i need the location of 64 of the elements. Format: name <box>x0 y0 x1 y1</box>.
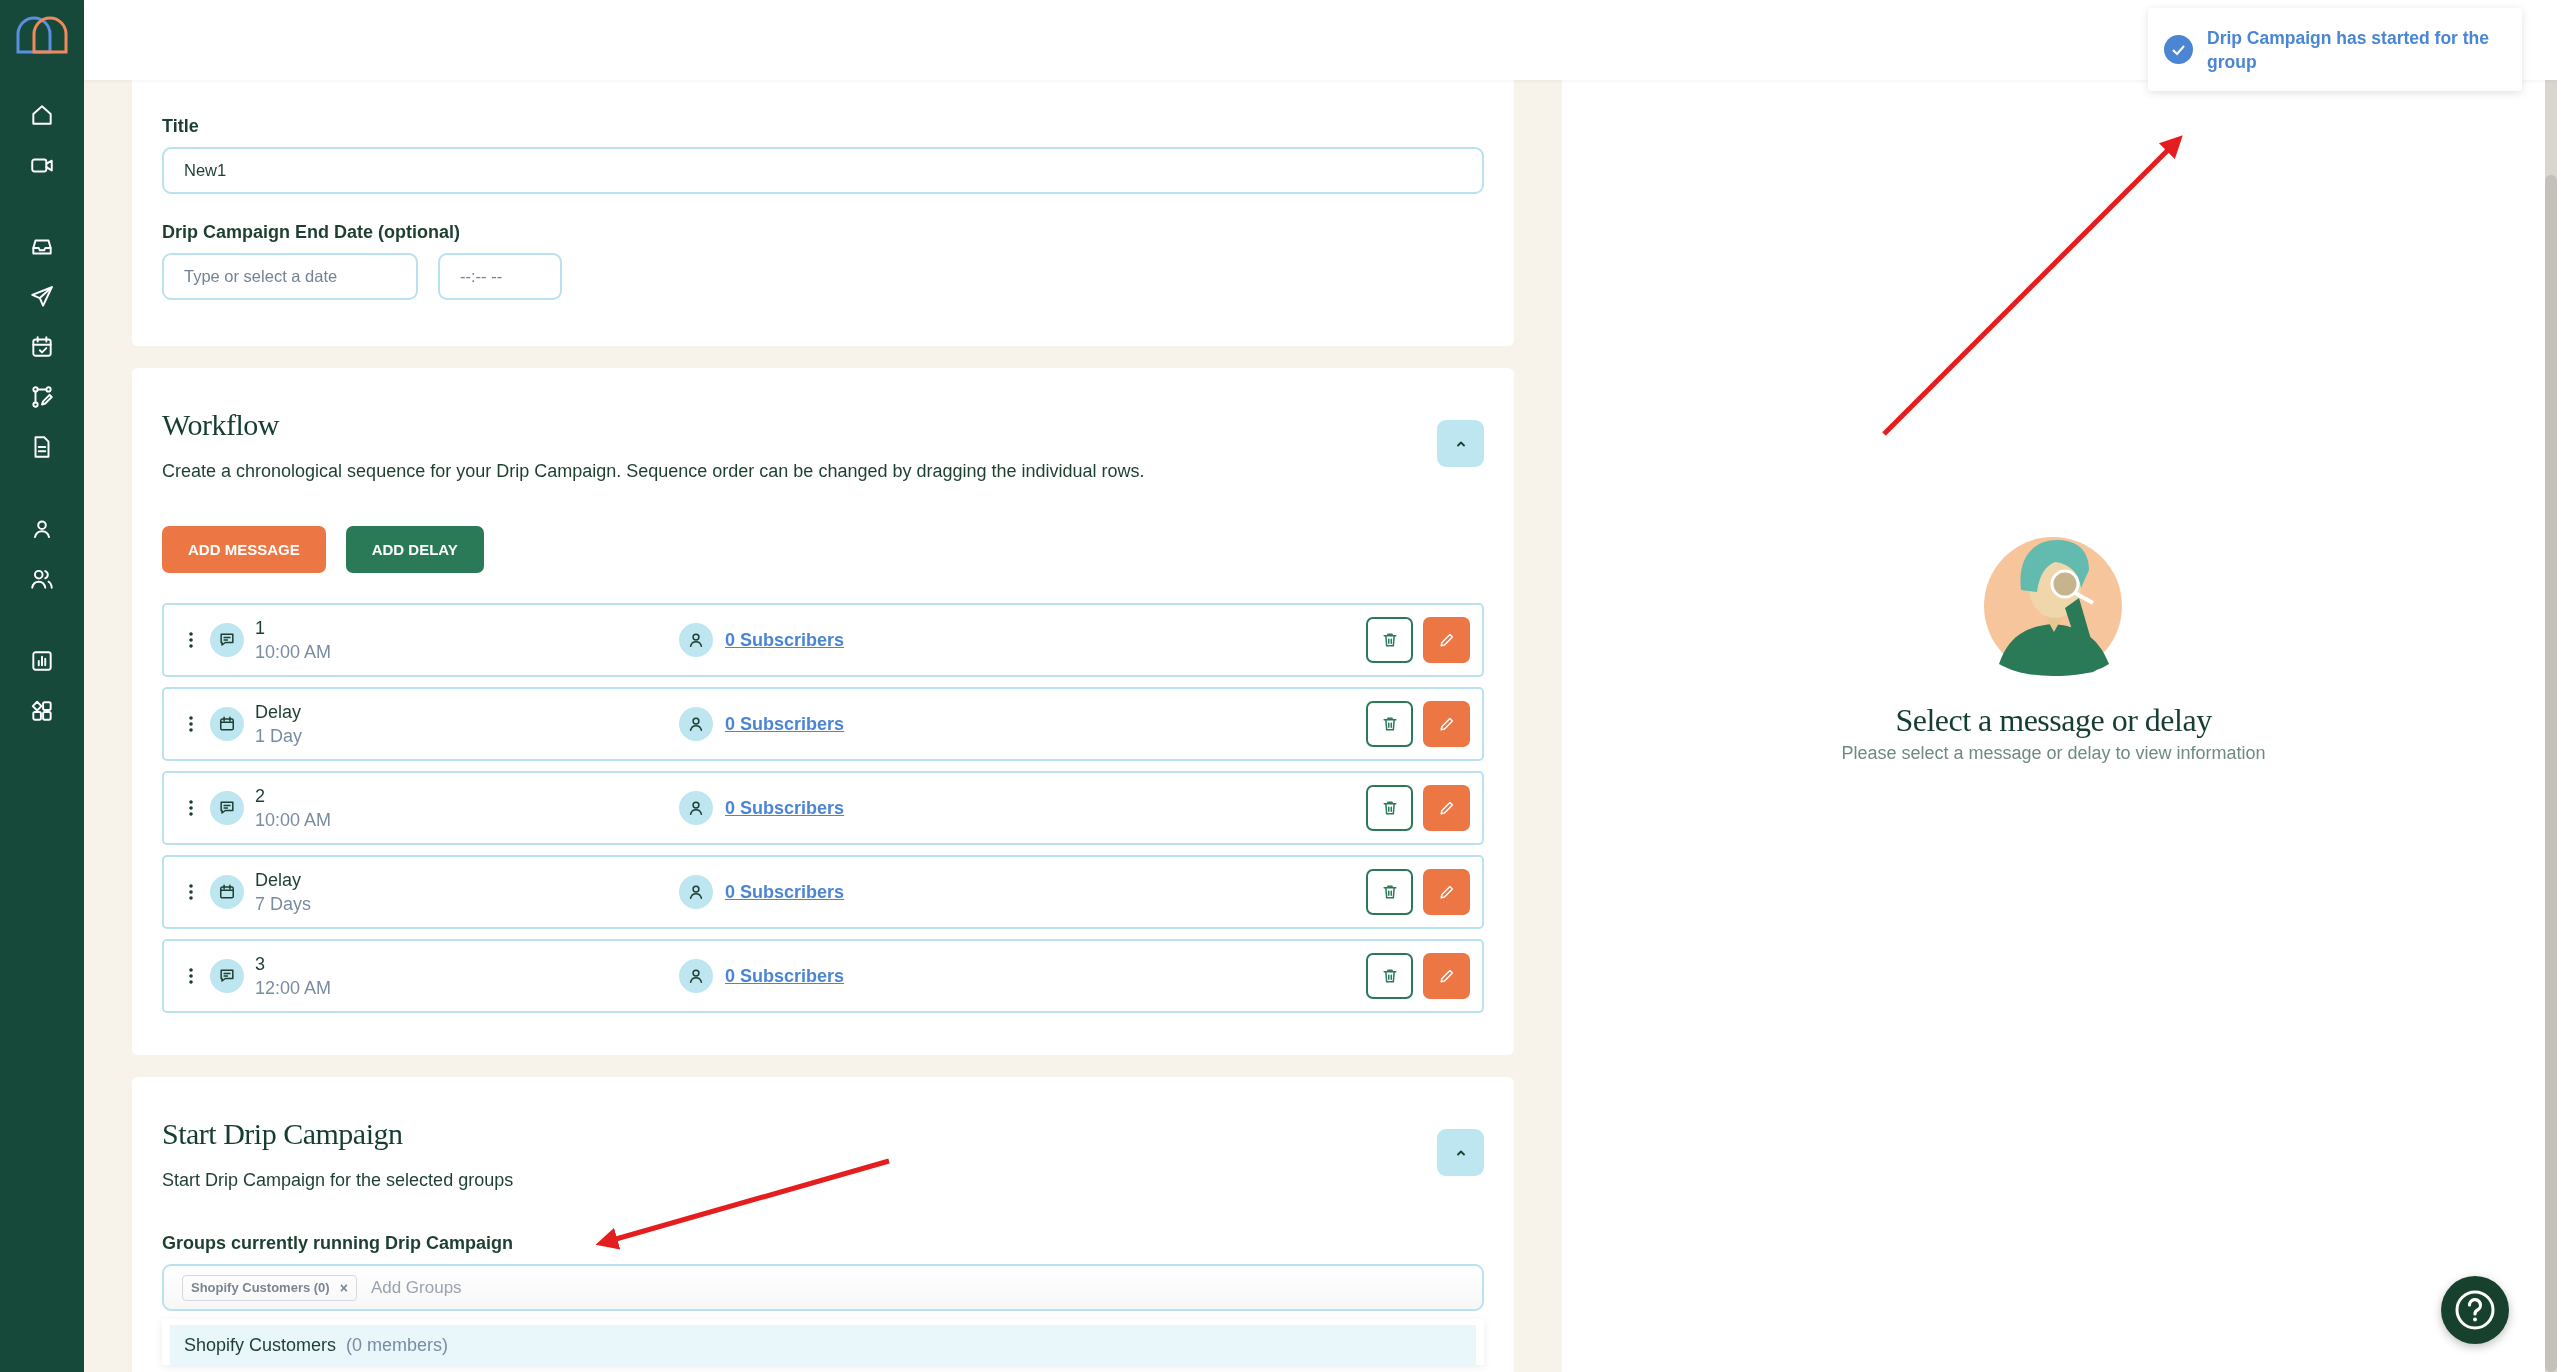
step-time: 1 Day <box>255 725 304 747</box>
step-time: 10:00 AM <box>255 809 333 831</box>
step-time: 12:00 AM <box>255 977 333 999</box>
section-description: Create a chronological sequence for your Drip Campaign. Sequence order can be changed by dragging the individual rows. <box>162 461 1146 482</box>
toast-message: Drip Campaign has started for the group <box>2207 26 2490 74</box>
drag-handle-icon[interactable] <box>188 967 194 985</box>
dropdown-option[interactable]: Shopify Customers (0 members) <box>170 1325 1476 1365</box>
field-label: Title <box>162 116 200 137</box>
drag-handle-icon[interactable] <box>188 883 194 901</box>
option-count: (0 members) <box>346 1334 449 1356</box>
add-delay-button[interactable]: ADD DELAY <box>345 526 484 573</box>
edit-button[interactable] <box>1423 869 1470 915</box>
drag-handle-icon[interactable] <box>188 715 194 733</box>
option-name: Shopify Customers <box>184 1334 337 1356</box>
empty-state-title: Select a message or delay <box>1895 702 2212 739</box>
field-label: Drip Campaign End Date (optional) <box>162 222 461 243</box>
calendar-icon <box>217 714 237 734</box>
edit-button[interactable] <box>1423 785 1470 831</box>
workflow-step-row[interactable]: 3 12:00 AM 0 Subscribers <box>162 939 1484 1013</box>
step-title: 3 <box>255 953 266 975</box>
section-heading: Start Drip Campaign <box>162 1117 403 1151</box>
edit-button[interactable] <box>1423 701 1470 747</box>
edit-button[interactable] <box>1423 953 1470 999</box>
step-title: Delay <box>255 869 303 891</box>
delete-button[interactable] <box>1366 785 1413 831</box>
section-description: Start Drip Campaign for the selected groups <box>162 1170 515 1191</box>
workflow-step-row[interactable]: Delay 1 Day 0 Subscribers <box>162 687 1484 761</box>
subscribers-link[interactable]: 0 Subscribers <box>725 629 845 651</box>
edit-button[interactable] <box>1423 617 1470 663</box>
step-title: 2 <box>255 785 266 807</box>
subscribers-link[interactable]: 0 Subscribers <box>725 713 845 735</box>
chevron-icon <box>1456 439 1465 448</box>
delete-button[interactable] <box>1366 953 1413 999</box>
step-time: 7 Days <box>255 893 313 915</box>
calendar-icon <box>217 882 237 902</box>
tag-label: Shopify Customers (0) <box>191 1280 330 1295</box>
remove-tag-button[interactable]: × <box>339 1279 348 1296</box>
groups-placeholder: Add Groups <box>370 1277 462 1298</box>
subscribers-link[interactable]: 0 Subscribers <box>725 881 845 903</box>
time-input[interactable]: --:-- -- <box>438 253 562 300</box>
title-input[interactable]: New1 <box>162 147 1484 194</box>
subscribers-link[interactable]: 0 Subscribers <box>725 797 845 819</box>
delete-button[interactable] <box>1366 869 1413 915</box>
groups-input[interactable]: Shopify Customers (0) × Add Groups <box>162 1264 1484 1311</box>
workflow-step-row[interactable]: 1 10:00 AM 0 Subscribers <box>162 603 1484 677</box>
workflow-step-row[interactable]: Delay 7 Days 0 Subscribers <box>162 855 1484 929</box>
add-message-button[interactable]: ADD MESSAGE <box>162 526 326 573</box>
step-title: Delay <box>255 701 303 723</box>
date-input[interactable]: Type or select a date <box>162 253 418 300</box>
subscribers-link[interactable]: 0 Subscribers <box>725 965 845 987</box>
workflow-step-row[interactable]: 2 10:00 AM 0 Subscribers <box>162 771 1484 845</box>
question-mark-icon <box>2453 1288 2497 1332</box>
chevron-icon <box>1456 1148 1465 1157</box>
empty-state-subtitle: Please select a message or delay to view information <box>1841 743 2266 764</box>
check-circle-icon <box>2164 35 2193 64</box>
delete-button[interactable] <box>1366 701 1413 747</box>
drag-handle-icon[interactable] <box>188 631 194 649</box>
section-heading: Workflow <box>162 408 279 442</box>
step-time: 10:00 AM <box>255 641 333 663</box>
field-label: Groups currently running Drip Campaign <box>162 1233 515 1254</box>
step-title: 1 <box>255 617 266 639</box>
delete-button[interactable] <box>1366 617 1413 663</box>
drag-handle-icon[interactable] <box>188 799 194 817</box>
scrollbar-thumb[interactable] <box>2545 175 2557 1372</box>
